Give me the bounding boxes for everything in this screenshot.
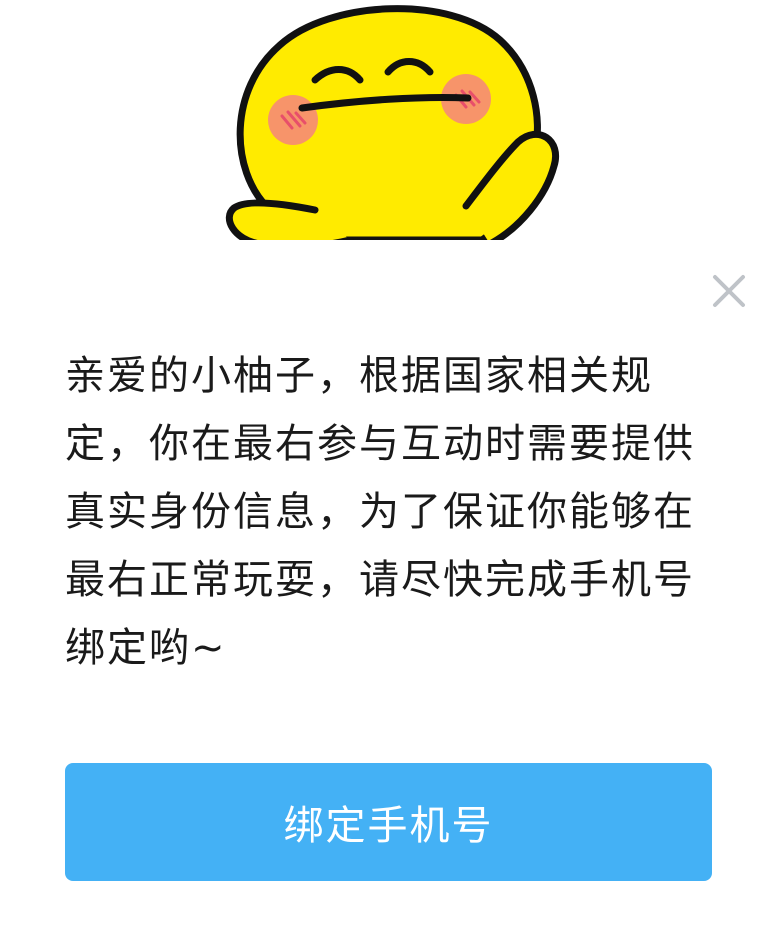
bind-phone-button-label: 绑定手机号 (283, 803, 494, 849)
dialog-message: 亲爱的小柚子，根据国家相关规定，你在最右参与互动时需要提供真实身份信息，为了保证… (65, 353, 695, 671)
close-button[interactable] (709, 271, 749, 311)
shy-smiley-mascot-icon (220, 0, 570, 245)
bind-phone-button[interactable]: 绑定手机号 (65, 763, 712, 881)
close-icon (713, 275, 745, 307)
bind-phone-dialog: 亲爱的小柚子，根据国家相关规定，你在最右参与互动时需要提供真实身份信息，为了保证… (0, 0, 777, 945)
